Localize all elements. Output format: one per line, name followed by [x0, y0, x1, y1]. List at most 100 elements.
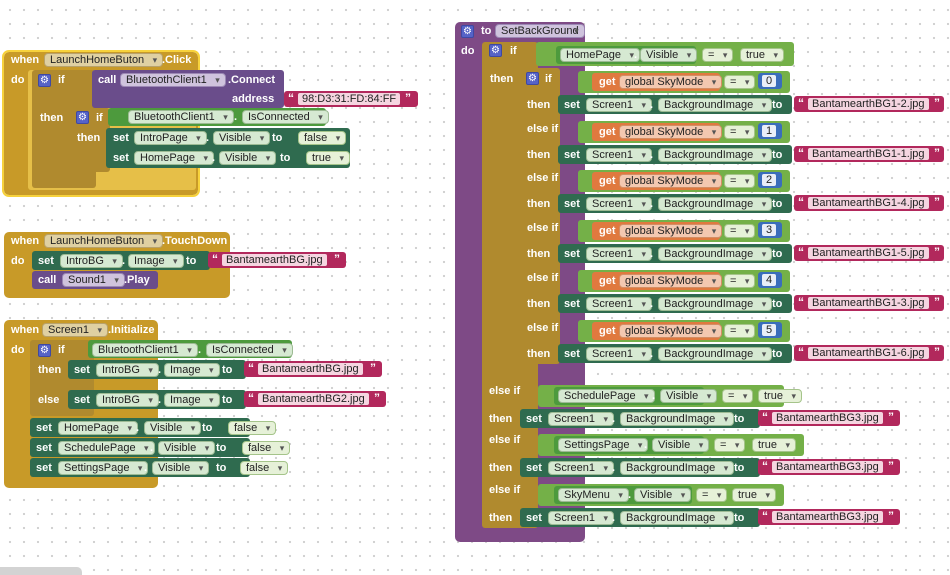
- operator-dropdown[interactable]: =: [724, 323, 756, 338]
- component-dropdown[interactable]: SettingsPage: [58, 461, 149, 475]
- boolean-dropdown[interactable]: true: [306, 151, 350, 165]
- number-value[interactable]: 2: [762, 174, 777, 187]
- property-dropdown[interactable]: IsConnected: [206, 343, 293, 357]
- variable-dropdown[interactable]: global SkyMode: [619, 273, 723, 288]
- property-dropdown[interactable]: BackgroundImage: [620, 412, 735, 426]
- operator-dropdown[interactable]: =: [724, 224, 756, 239]
- boolean-dropdown[interactable]: true: [752, 438, 796, 452]
- operator-dropdown[interactable]: =: [724, 124, 756, 139]
- property-dropdown[interactable]: Image: [128, 254, 184, 268]
- variable-dropdown[interactable]: global SkyMode: [619, 174, 723, 189]
- operator-dropdown[interactable]: =: [714, 438, 746, 452]
- component-dropdown[interactable]: SettingsPage: [558, 438, 649, 452]
- boolean-dropdown[interactable]: false: [228, 421, 277, 435]
- component-dropdown[interactable]: Screen1: [586, 247, 652, 262]
- property-dropdown[interactable]: Image: [164, 393, 220, 407]
- boolean-dropdown[interactable]: false: [240, 461, 289, 475]
- component-dropdown[interactable]: Screen1: [586, 147, 652, 162]
- string-value[interactable]: BantamearthBG1-6.jpg: [808, 346, 929, 359]
- boolean-dropdown[interactable]: false: [242, 441, 291, 455]
- string-value[interactable]: BantamearthBG3.jpg: [772, 511, 883, 523]
- component-dropdown[interactable]: BluetoothClient1: [120, 73, 226, 87]
- operator-dropdown[interactable]: =: [724, 75, 756, 89]
- property-dropdown[interactable]: BackgroundImage: [658, 197, 773, 212]
- component-dropdown[interactable]: HomePage: [134, 151, 215, 165]
- operator-dropdown[interactable]: =: [722, 389, 754, 403]
- gear-icon[interactable]: ⚙: [461, 25, 474, 38]
- property-dropdown[interactable]: BackgroundImage: [620, 461, 735, 475]
- property-dropdown[interactable]: BackgroundImage: [658, 247, 773, 262]
- component-dropdown[interactable]: Screen1: [548, 511, 614, 525]
- number-value[interactable]: 5: [762, 323, 777, 336]
- boolean-dropdown[interactable]: true: [740, 48, 784, 62]
- horizontal-scrollbar[interactable]: [0, 567, 82, 575]
- string-value[interactable]: BantamearthBG.jpg: [258, 363, 363, 375]
- gear-icon[interactable]: ⚙: [526, 72, 539, 85]
- property-dropdown[interactable]: BackgroundImage: [658, 98, 773, 112]
- component-dropdown[interactable]: LaunchHomeButon: [44, 53, 164, 67]
- component-dropdown[interactable]: Screen1: [586, 98, 652, 112]
- component-dropdown[interactable]: Sound1: [62, 273, 125, 287]
- gear-icon[interactable]: ⚙: [489, 44, 502, 57]
- boolean-dropdown[interactable]: false: [298, 131, 347, 145]
- string-value[interactable]: BantamearthBG1-2.jpg: [808, 98, 929, 110]
- operator-dropdown[interactable]: =: [702, 48, 734, 62]
- property-dropdown[interactable]: BackgroundImage: [658, 296, 773, 311]
- component-dropdown[interactable]: Screen1: [42, 323, 108, 337]
- component-dropdown[interactable]: IntroBG: [60, 254, 123, 268]
- string-value[interactable]: BantamearthBG3.jpg: [772, 412, 883, 424]
- property-dropdown[interactable]: IsConnected: [242, 110, 329, 124]
- property-dropdown[interactable]: Image: [164, 363, 220, 377]
- component-dropdown[interactable]: IntroPage: [134, 131, 207, 145]
- operator-dropdown[interactable]: =: [696, 488, 728, 502]
- component-dropdown[interactable]: SchedulePage: [558, 389, 655, 403]
- property-dropdown[interactable]: BackgroundImage: [658, 147, 773, 162]
- component-dropdown[interactable]: BluetoothClient1: [128, 110, 234, 124]
- property-dropdown[interactable]: Visible: [660, 389, 718, 403]
- variable-dropdown[interactable]: global SkyMode: [619, 323, 723, 338]
- number-value[interactable]: 0: [762, 75, 777, 87]
- component-dropdown[interactable]: Screen1: [586, 346, 652, 361]
- property-dropdown[interactable]: Visible: [652, 438, 710, 452]
- gear-icon[interactable]: ⚙: [38, 344, 51, 357]
- boolean-dropdown[interactable]: true: [758, 389, 802, 403]
- component-dropdown[interactable]: Screen1: [586, 296, 652, 311]
- property-dropdown[interactable]: Visible: [144, 421, 202, 435]
- boolean-dropdown[interactable]: true: [732, 488, 776, 502]
- string-value[interactable]: BantamearthBG2.jpg: [258, 393, 369, 405]
- operator-dropdown[interactable]: =: [724, 174, 756, 189]
- property-dropdown[interactable]: BackgroundImage: [620, 511, 735, 525]
- operator-dropdown[interactable]: =: [724, 273, 756, 288]
- number-value[interactable]: 1: [762, 124, 777, 137]
- address-value[interactable]: 98:D3:31:FD:84:FF: [298, 93, 401, 105]
- component-dropdown[interactable]: IntroBG: [96, 393, 159, 407]
- variable-dropdown[interactable]: global SkyMode: [619, 75, 723, 89]
- component-dropdown[interactable]: Screen1: [548, 461, 614, 475]
- component-dropdown[interactable]: LaunchHomeButon: [44, 234, 164, 248]
- property-dropdown[interactable]: Visible: [152, 461, 210, 475]
- string-value[interactable]: BantamearthBG.jpg: [222, 254, 327, 266]
- number-value[interactable]: 3: [762, 224, 777, 237]
- gear-icon[interactable]: ⚙: [38, 74, 51, 87]
- component-dropdown[interactable]: Screen1: [586, 197, 652, 212]
- component-dropdown[interactable]: HomePage: [560, 48, 641, 62]
- component-dropdown[interactable]: Screen1: [548, 412, 614, 426]
- property-dropdown[interactable]: Visible: [219, 151, 277, 165]
- string-value[interactable]: BantamearthBG1-1.jpg: [808, 147, 929, 160]
- component-dropdown[interactable]: SkyMenu: [558, 488, 629, 502]
- component-dropdown[interactable]: BluetoothClient1: [92, 343, 198, 357]
- number-value[interactable]: 4: [762, 273, 777, 286]
- string-value[interactable]: BantamearthBG1-3.jpg: [808, 296, 929, 309]
- string-value[interactable]: BantamearthBG1-4.jpg: [808, 197, 929, 210]
- property-dropdown[interactable]: BackgroundImage: [658, 346, 773, 361]
- property-dropdown[interactable]: Visible: [640, 48, 698, 62]
- string-value[interactable]: BantamearthBG1-5.jpg: [808, 247, 929, 260]
- procedure-name-field[interactable]: SetBackGround: [495, 24, 585, 38]
- property-dropdown[interactable]: Visible: [634, 488, 692, 502]
- variable-dropdown[interactable]: global SkyMode: [619, 124, 723, 139]
- variable-dropdown[interactable]: global SkyMode: [619, 224, 723, 239]
- string-value[interactable]: BantamearthBG3.jpg: [772, 461, 883, 473]
- component-dropdown[interactable]: SchedulePage: [58, 441, 155, 455]
- component-dropdown[interactable]: HomePage: [58, 421, 139, 435]
- gear-icon[interactable]: ⚙: [76, 111, 89, 124]
